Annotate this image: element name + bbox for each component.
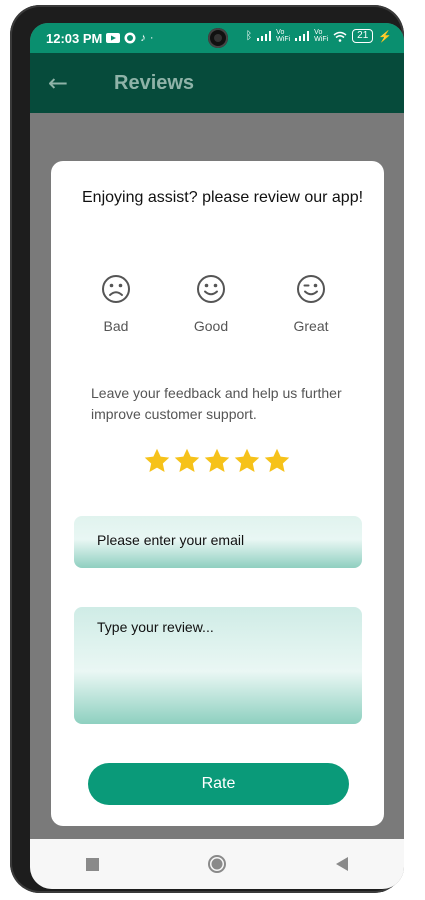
phone-frame: 12:03 PM ♪ · ᛒ Vo WiFi Vo WiFi 21 ⚡ ← Re… [10, 5, 404, 893]
star-icon[interactable] [263, 447, 291, 475]
status-time: 12:03 PM [46, 30, 103, 46]
front-camera [208, 28, 228, 48]
home-icon[interactable] [197, 849, 237, 879]
page-title: Reviews [114, 71, 195, 94]
review-dialog: Enjoying assist? please review our app! … [51, 161, 384, 826]
star-icon[interactable] [143, 447, 171, 475]
network-label: Vo WiFi [276, 29, 291, 43]
mood-label: Bad [103, 318, 129, 334]
sad-face-icon [102, 275, 130, 303]
status-bar: 12:03 PM ♪ · ᛒ Vo WiFi Vo WiFi 21 ⚡ [30, 23, 404, 53]
screen: 12:03 PM ♪ · ᛒ Vo WiFi Vo WiFi 21 ⚡ ← Re… [30, 23, 404, 889]
mood-label: Great [293, 318, 329, 334]
rate-button[interactable]: Rate [88, 763, 349, 805]
mood-bad[interactable]: Bad [81, 274, 151, 334]
tiktok-icon: ♪ [140, 32, 146, 44]
charging-icon: ⚡ [378, 30, 392, 43]
whatsapp-icon [124, 32, 136, 44]
network-label: Vo WiFi [314, 29, 329, 43]
smile-face-icon [197, 275, 225, 303]
star-icon[interactable] [203, 447, 231, 475]
back-arrow-icon[interactable]: ← [48, 69, 78, 97]
bluetooth-icon: ᛒ [245, 30, 253, 42]
wifi-icon [333, 31, 347, 42]
recent-apps-icon[interactable] [72, 849, 112, 879]
system-nav-bar [30, 839, 404, 889]
back-icon[interactable] [322, 849, 362, 879]
mood-selector: Bad Good Great [81, 274, 361, 354]
email-placeholder: Please enter your email [97, 532, 245, 548]
signal-icon [295, 31, 310, 41]
review-placeholder: Type your review... [97, 619, 214, 635]
wink-face-icon [297, 275, 325, 303]
status-icons-right: ᛒ Vo WiFi Vo WiFi 21 ⚡ [246, 29, 392, 43]
battery-icon: 21 [352, 29, 374, 43]
signal-icon [257, 31, 272, 41]
star-icon[interactable] [233, 447, 261, 475]
email-field[interactable]: Please enter your email [74, 516, 362, 568]
star-icon[interactable] [173, 447, 201, 475]
mood-good[interactable]: Good [176, 274, 246, 334]
mood-great[interactable]: Great [276, 274, 346, 334]
star-rating[interactable] [143, 447, 291, 475]
app-bar: ← Reviews [30, 53, 404, 113]
youtube-icon [106, 33, 121, 43]
dot-icon: · [149, 32, 154, 44]
review-textarea[interactable]: Type your review... [74, 607, 362, 724]
dialog-title: Enjoying assist? please review our app! [82, 189, 364, 206]
mood-label: Good [193, 318, 229, 334]
status-icons-left: ♪ · [106, 32, 154, 44]
feedback-prompt: Leave your feedback and help us further … [91, 385, 342, 422]
